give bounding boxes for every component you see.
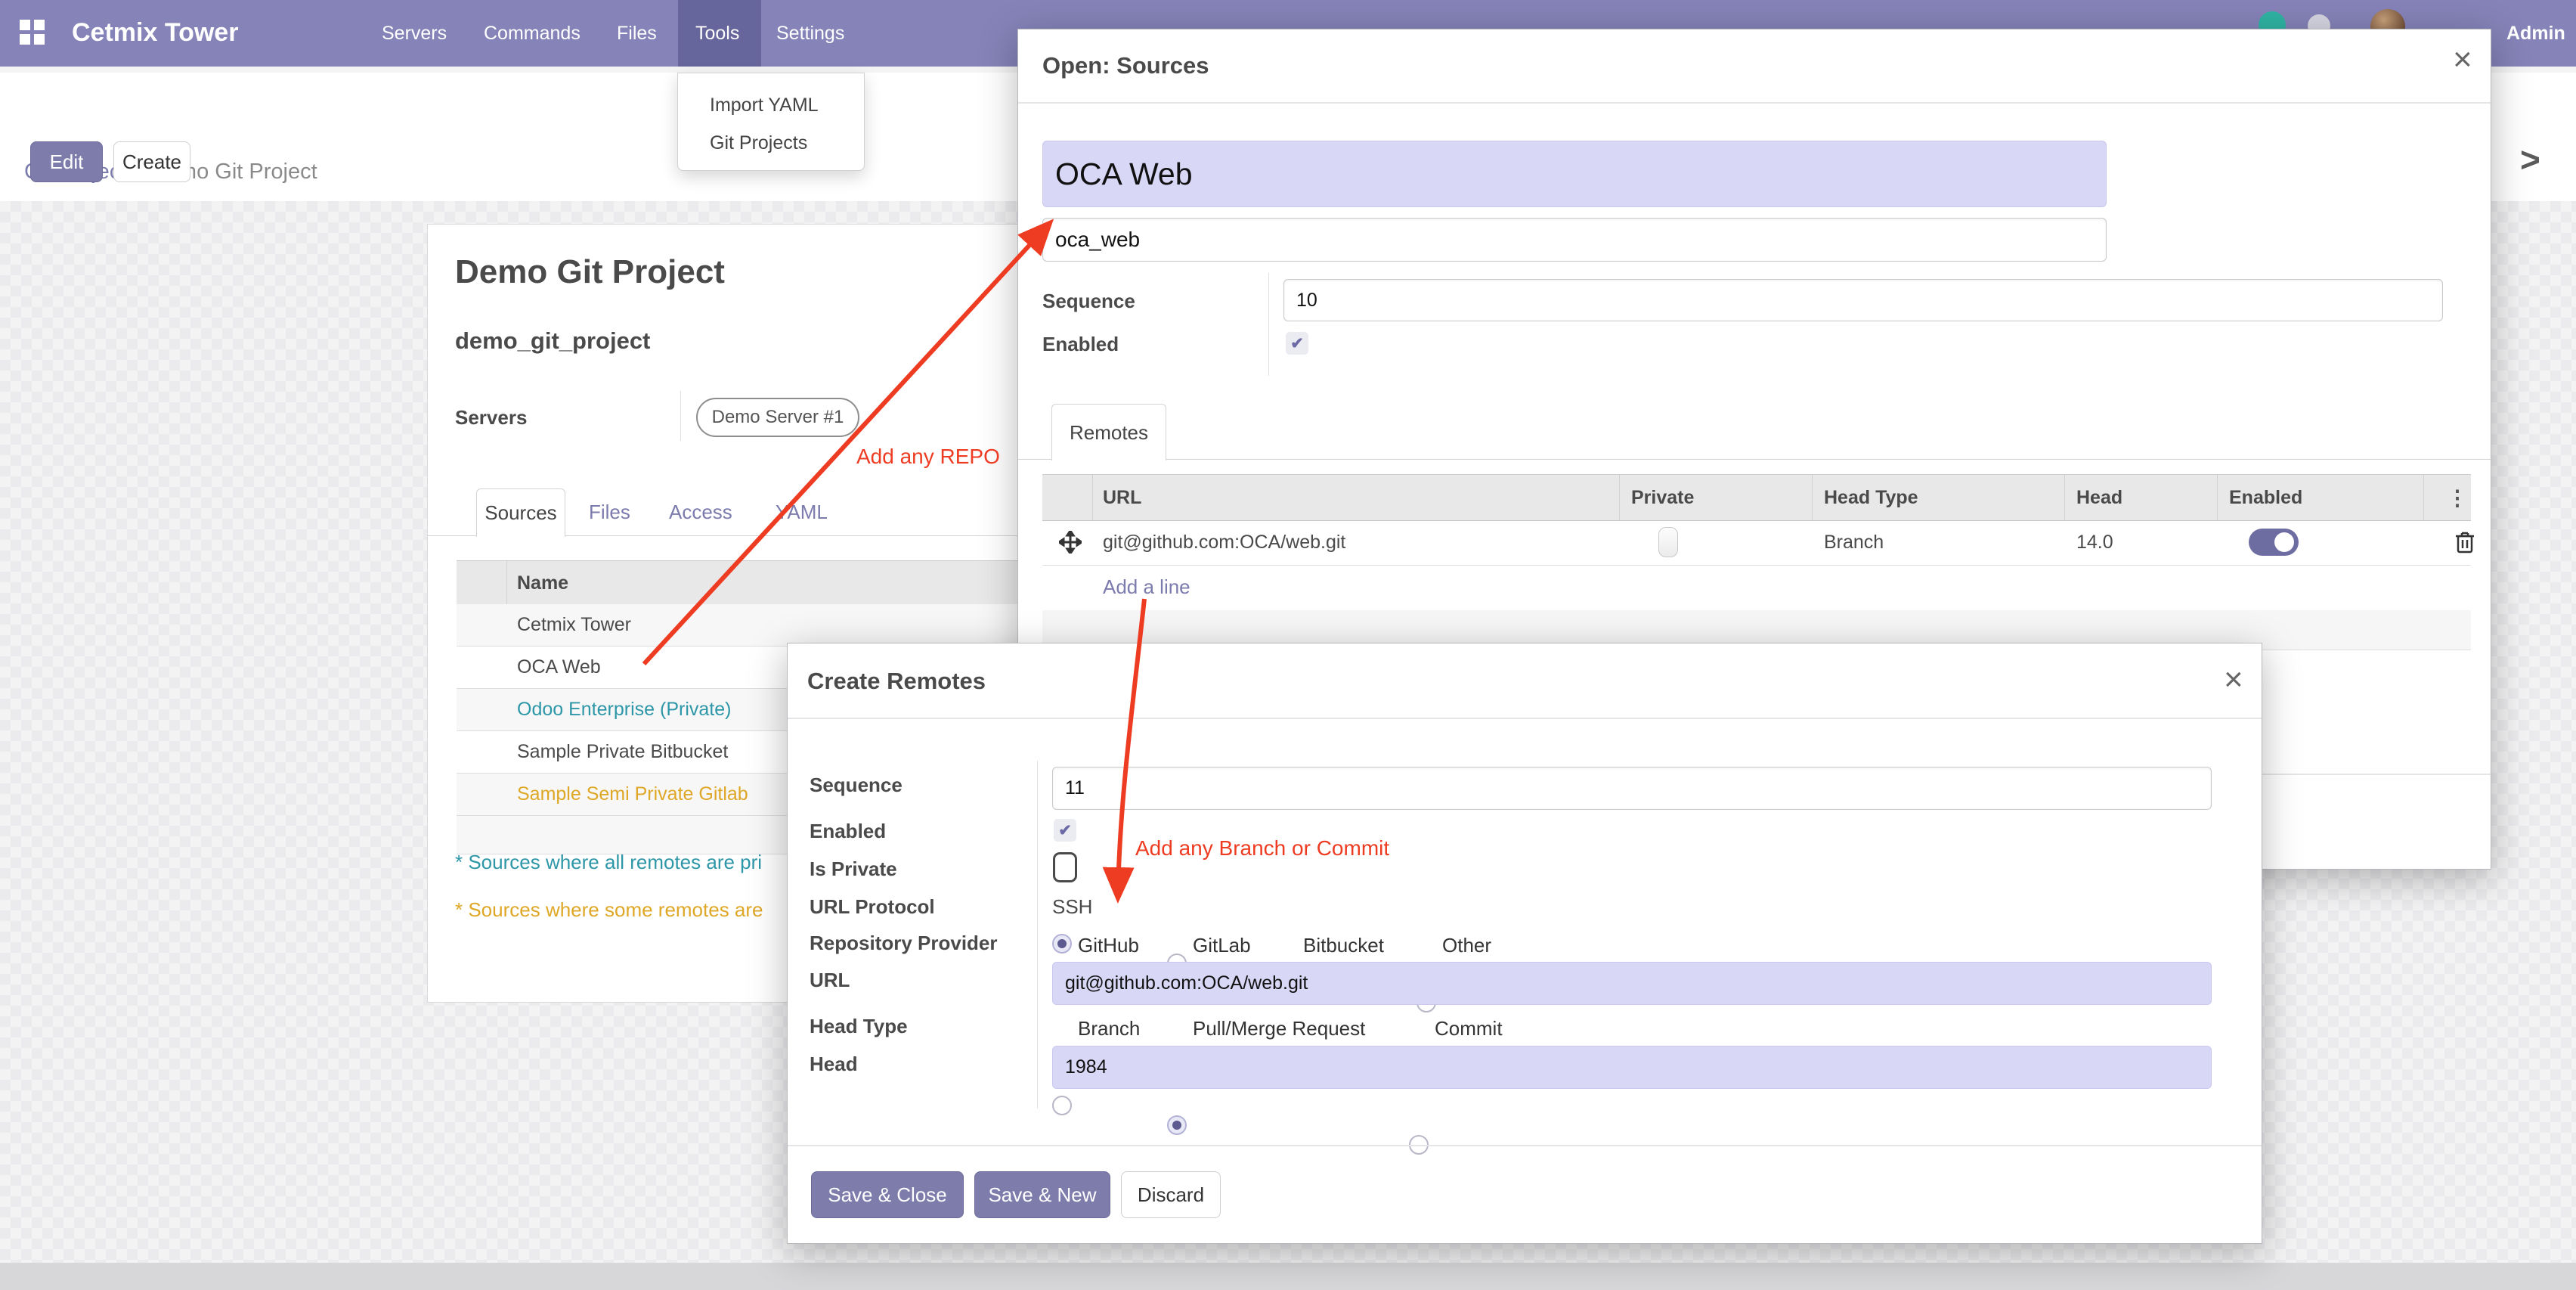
remote-head-type-cell[interactable]: Branch	[1824, 519, 1884, 565]
cr-head-input[interactable]: 1984	[1052, 1046, 2212, 1089]
delete-remote-icon[interactable]	[2454, 530, 2475, 554]
menu-item-git-projects[interactable]: Git Projects	[710, 125, 807, 161]
cr-is-private-checkbox[interactable]	[1053, 852, 1077, 882]
cr-provider-label-bitbucket[interactable]: Bitbucket	[1303, 934, 1384, 957]
add-a-line-link[interactable]: Add a line	[1103, 575, 1190, 599]
tab-sources[interactable]: Sources	[476, 488, 565, 537]
cr-head-type-label: Head Type	[810, 1015, 908, 1038]
save-close-button[interactable]: Save & Close	[811, 1171, 964, 1218]
sequence-input[interactable]: 10	[1283, 279, 2443, 321]
name-column-header[interactable]: Name	[517, 561, 568, 605]
sequence-label: Sequence	[1042, 290, 1135, 313]
create-remotes-close-icon[interactable]: ×	[2224, 663, 2243, 696]
label-column-separator	[680, 391, 681, 441]
create-button[interactable]: Create	[113, 141, 190, 182]
sources-modal-header-divider	[1018, 102, 2491, 104]
annotation-add-any-repo: Add any REPO	[856, 445, 1000, 469]
nav-item-settings[interactable]: Settings	[776, 0, 844, 67]
tab-access[interactable]: Access	[669, 488, 732, 535]
col-private[interactable]: Private	[1631, 475, 1694, 520]
nav-item-tools[interactable]: Tools	[695, 0, 739, 67]
server-tag[interactable]: Demo Server #1	[696, 398, 859, 437]
cr-head-type-label-pull-merge[interactable]: Pull/Merge Request	[1193, 1017, 1365, 1040]
add-line-row: Add a line	[1042, 565, 2471, 611]
cr-url-protocol-value: SSH	[1052, 895, 1092, 919]
remote-enabled-toggle[interactable]	[2249, 529, 2299, 556]
cr-url-protocol-label: URL Protocol	[810, 895, 935, 919]
drag-handle-icon[interactable]	[1059, 531, 1082, 554]
menu-item-import-yaml[interactable]: Import YAML	[710, 87, 819, 123]
cr-enabled-label: Enabled	[810, 820, 886, 843]
create-remotes-title: Create Remotes	[807, 668, 986, 695]
edit-button[interactable]: Edit	[30, 141, 103, 182]
sources-label-separator	[1268, 273, 1269, 376]
col-head[interactable]: Head	[2076, 475, 2122, 520]
source-name-input[interactable]: OCA Web	[1042, 141, 2107, 207]
cr-enabled-checkbox[interactable]: ✔	[1054, 819, 1076, 842]
cr-provider-label-other[interactable]: Other	[1442, 934, 1491, 957]
pager-next-icon[interactable]: >	[2520, 139, 2540, 180]
annotation-add-any-branch: Add any Branch or Commit	[1135, 836, 1389, 861]
remote-head-cell[interactable]: 14.0	[2076, 519, 2113, 565]
apps-grid-icon[interactable]	[20, 20, 45, 45]
app-root: Cetmix Tower Servers Commands Files Tool…	[0, 0, 2576, 1290]
project-title: Demo Git Project	[455, 253, 725, 291]
source-code-input[interactable]: oca_web	[1042, 218, 2107, 262]
remotes-table-header: URL Private Head Type Head Enabled ⋮	[1042, 474, 2471, 521]
enabled-label: Enabled	[1042, 333, 1119, 356]
cr-url-input[interactable]: git@github.com:OCA/web.git	[1052, 962, 2212, 1005]
nav-item-commands[interactable]: Commands	[484, 0, 581, 67]
sources-modal-close-icon[interactable]: ×	[2453, 43, 2472, 76]
tab-files[interactable]: Files	[589, 488, 630, 535]
cr-provider-label-gitlab[interactable]: GitLab	[1193, 934, 1251, 957]
project-code: demo_git_project	[455, 327, 650, 355]
remote-private-checkbox[interactable]	[1658, 527, 1678, 557]
tab-yaml[interactable]: YAML	[776, 488, 828, 535]
col-head-type[interactable]: Head Type	[1824, 475, 1918, 520]
cr-url-label: URL	[810, 969, 850, 992]
cr-head-type-radio-branch[interactable]	[1052, 1096, 1072, 1115]
create-remotes-header-divider	[788, 718, 2262, 719]
nav-item-servers[interactable]: Servers	[382, 0, 447, 67]
app-brand[interactable]: Cetmix Tower	[72, 18, 238, 48]
remote-url-cell[interactable]: git@github.com:OCA/web.git	[1103, 519, 1345, 565]
tab-remotes[interactable]: Remotes	[1051, 404, 1166, 460]
cr-head-type-radio-pull-merge[interactable]	[1167, 1115, 1187, 1135]
sources-table-header: Name	[457, 560, 1020, 606]
discard-button[interactable]: Discard	[1121, 1171, 1221, 1218]
servers-label: Servers	[455, 406, 527, 429]
tools-dropdown-menu: Import YAML Git Projects	[677, 73, 865, 171]
user-menu[interactable]: Admin	[2506, 0, 2565, 67]
cr-sequence-label: Sequence	[810, 774, 903, 797]
cr-provider-label-github[interactable]: GitHub	[1078, 934, 1139, 957]
source-row-cetmix-tower[interactable]: Cetmix Tower	[457, 604, 1020, 647]
save-new-button[interactable]: Save & New	[974, 1171, 1110, 1218]
cr-head-label: Head	[810, 1053, 858, 1076]
create-remotes-modal: Create Remotes × Sequence 11 Enabled ✔ I…	[787, 643, 2262, 1244]
col-url[interactable]: URL	[1103, 475, 1141, 520]
col-enabled[interactable]: Enabled	[2229, 475, 2302, 520]
sources-modal-title: Open: Sources	[1042, 52, 1209, 79]
optional-columns-icon[interactable]: ⋮	[2447, 485, 2468, 510]
nav-item-files[interactable]: Files	[617, 0, 657, 67]
create-remotes-footer-divider	[788, 1145, 2262, 1146]
footnote-private: * Sources where all remotes are pri	[455, 851, 762, 874]
remote-row[interactable]: git@github.com:OCA/web.git Branch 14.0	[1042, 519, 2471, 566]
enabled-checkbox[interactable]: ✔	[1286, 332, 1308, 355]
cr-head-type-label-branch[interactable]: Branch	[1078, 1017, 1140, 1040]
cr-provider-radio-github[interactable]	[1052, 934, 1072, 954]
cr-repository-provider-label: Repository Provider	[810, 932, 998, 955]
footnote-semi-private: * Sources where some remotes are	[455, 898, 763, 922]
cr-head-type-label-commit[interactable]: Commit	[1435, 1017, 1503, 1040]
cr-is-private-label: Is Private	[810, 857, 897, 881]
create-label-separator	[1037, 761, 1038, 1109]
bottom-scroll-strip	[0, 1263, 2576, 1290]
remotes-tabbar-border	[1018, 459, 2491, 460]
cr-sequence-input[interactable]: 11	[1052, 767, 2212, 810]
